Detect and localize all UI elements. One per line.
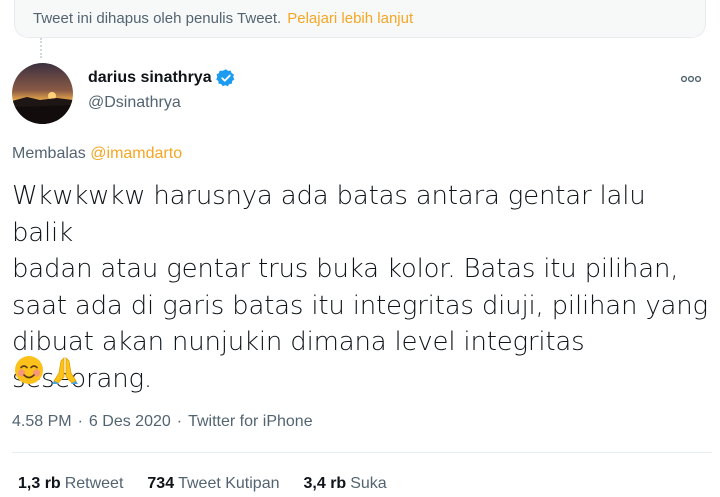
author-name[interactable]: darius sinathrya xyxy=(88,69,212,87)
avatar[interactable] xyxy=(12,63,73,124)
retweets-count: 1,3 rb xyxy=(18,475,61,492)
meta-separator: · xyxy=(176,413,183,430)
likes-stat[interactable]: 3,4 rb Suka xyxy=(304,475,387,493)
learn-more-link[interactable]: Pelajari lebih lanjut xyxy=(287,10,413,27)
verified-badge-icon xyxy=(215,68,236,88)
deleted-tweet-text: Tweet ini dihapus oleh penulis Tweet. xyxy=(33,10,282,27)
more-options-icon[interactable] xyxy=(680,72,702,84)
tweet-text-line: saat ada di garis batas itu integritas d… xyxy=(12,290,708,321)
tweet-text: Wkwkwkw harusnya ada batas antara gentar… xyxy=(12,178,712,397)
thread-connector xyxy=(40,38,42,58)
author-handle[interactable]: @Dsinathrya xyxy=(88,94,181,112)
tweet-text-line: badan atau gentar trus buka kolor. Batas… xyxy=(12,254,679,284)
tweet-source-link[interactable]: Twitter for iPhone xyxy=(188,413,313,431)
likes-label: Suka xyxy=(350,475,387,492)
author-name-row[interactable]: darius sinathrya xyxy=(88,68,236,88)
tweet-date[interactable]: 6 Des 2020 xyxy=(89,413,171,431)
quote-tweets-count: 734 xyxy=(147,475,175,492)
replying-to-label: Membalas xyxy=(12,145,86,162)
folded-hands-icon xyxy=(50,355,80,385)
tweet-emojis xyxy=(14,355,80,385)
tweet-text-line: dibuat akan nunjukin dimana level integr… xyxy=(12,327,585,394)
meta-separator: · xyxy=(77,413,83,430)
retweets-stat[interactable]: 1,3 rb Retweet xyxy=(18,475,123,493)
retweets-label: Retweet xyxy=(64,475,124,492)
tweet-text-line: Wkwkwkw harusnya ada batas antara gentar… xyxy=(12,181,646,248)
deleted-tweet-banner: Tweet ini dihapus oleh penulis Tweet. Pe… xyxy=(14,0,706,38)
quote-tweets-label: Tweet Kutipan xyxy=(178,475,280,492)
reply-mention-link[interactable]: @imamdarto xyxy=(90,145,182,162)
tweet-metadata: 4.58 PM · 6 Des 2020 · Twitter for iPhon… xyxy=(12,413,313,431)
quote-tweets-stat[interactable]: 734 Tweet Kutipan xyxy=(147,475,279,493)
replying-to: Membalas @imamdarto xyxy=(12,145,182,163)
engagement-stats: 1,3 rb Retweet 734 Tweet Kutipan 3,4 rb Suk… xyxy=(18,475,387,493)
tweet-time[interactable]: 4.58 PM xyxy=(12,413,72,431)
smiling-face-with-blush-icon xyxy=(14,355,44,385)
likes-count: 3,4 rb xyxy=(303,475,347,492)
divider xyxy=(12,452,712,453)
